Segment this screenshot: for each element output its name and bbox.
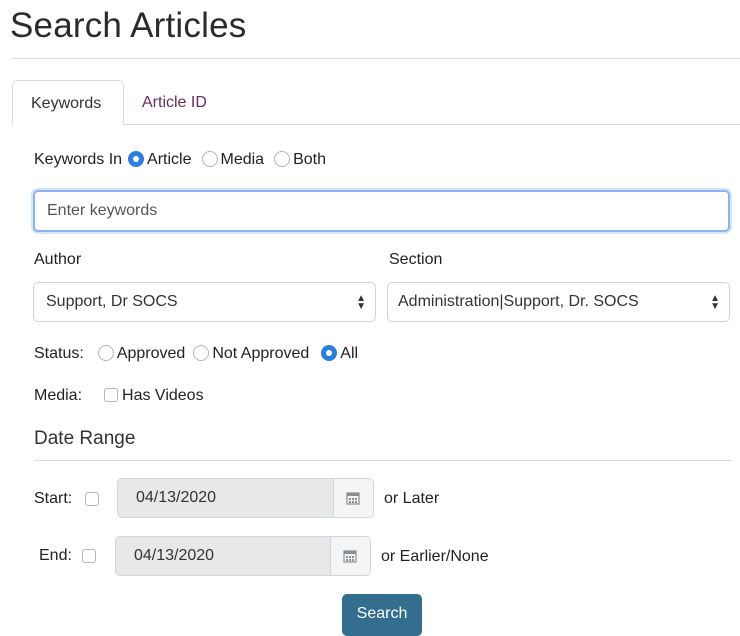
title-divider — [12, 58, 740, 59]
date-range-divider — [34, 460, 731, 461]
radio-media-label: Media — [220, 151, 265, 168]
search-button[interactable]: Search — [342, 594, 422, 636]
keywords-in-label: Keywords In — [34, 151, 123, 168]
start-suffix: or Later — [384, 490, 440, 507]
tab-keywords[interactable]: Keywords — [12, 80, 124, 125]
radio-approved-label: Approved — [116, 345, 186, 362]
author-select[interactable]: Support, Dr SOCS ▲ ▼ — [33, 282, 376, 322]
has-videos-label: Has Videos — [122, 387, 204, 404]
keywords-input[interactable]: Enter keywords — [33, 190, 730, 232]
tab-article-id[interactable]: Article ID — [124, 80, 225, 125]
end-suffix: or Earlier/None — [381, 548, 489, 565]
radio-all[interactable] — [321, 345, 338, 361]
media-group: Media: Has Videos — [34, 387, 204, 405]
start-date-calendar-button[interactable] — [334, 478, 374, 518]
radio-article-label: Article — [147, 151, 192, 168]
radio-media[interactable] — [201, 151, 218, 167]
status-label: Status: — [34, 345, 84, 362]
start-date-checkbox[interactable] — [85, 492, 99, 506]
start-label: Start: — [34, 490, 73, 507]
end-date-input[interactable]: 04/13/2020 — [115, 536, 331, 576]
media-label: Media: — [34, 387, 83, 404]
keywords-in-group: Keywords In Article Media Both — [34, 151, 326, 169]
section-label: Section — [389, 251, 443, 268]
radio-not-approved[interactable] — [193, 345, 210, 361]
start-date-input[interactable]: 04/13/2020 — [117, 478, 334, 518]
calendar-icon — [346, 492, 360, 505]
radio-both-label: Both — [293, 151, 326, 168]
has-videos-checkbox[interactable] — [104, 388, 119, 402]
keywords-input-placeholder: Enter keywords — [47, 202, 158, 219]
select-arrows-icon: ▲ ▼ — [356, 293, 366, 312]
end-date-checkbox[interactable] — [82, 549, 96, 563]
author-select-value: Support, Dr SOCS — [46, 293, 178, 310]
select-arrows-icon: ▲ ▼ — [710, 293, 720, 312]
section-select-value: Administration|Support, Dr. SOCS — [398, 293, 639, 310]
radio-all-label: All — [340, 345, 359, 362]
radio-both[interactable] — [274, 151, 291, 167]
radio-approved[interactable] — [97, 345, 114, 361]
radio-article[interactable] — [128, 151, 145, 167]
status-group: Status: Approved Not Approved All — [34, 345, 358, 363]
date-range-heading: Date Range — [34, 428, 136, 449]
section-select[interactable]: Administration|Support, Dr. SOCS ▲ ▼ — [387, 282, 730, 322]
calendar-icon — [343, 550, 357, 563]
radio-not-approved-label: Not Approved — [212, 345, 310, 362]
page-title: Search Articles — [10, 6, 247, 45]
end-date-calendar-button[interactable] — [331, 536, 371, 576]
end-label: End: — [39, 547, 72, 564]
author-label: Author — [34, 251, 82, 268]
